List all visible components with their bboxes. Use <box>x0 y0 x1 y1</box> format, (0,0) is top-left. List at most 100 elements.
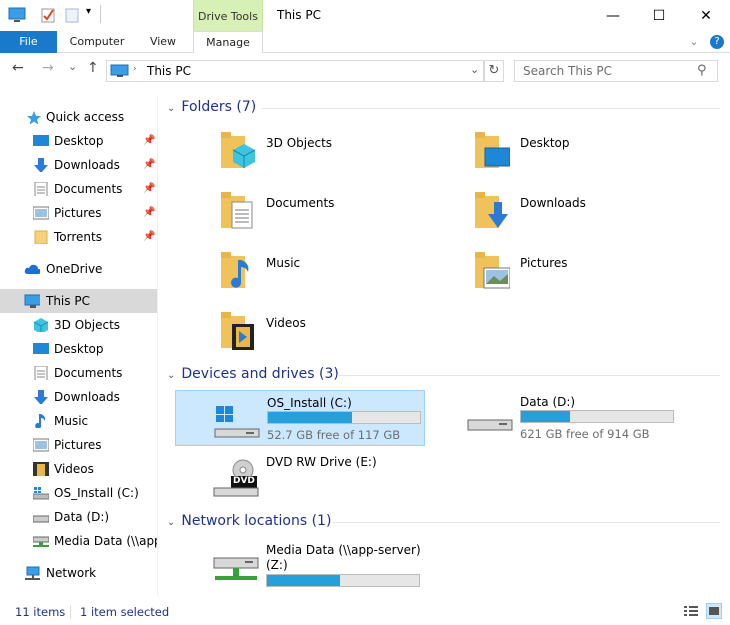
sidebar-item-quick-access[interactable]: Quick access <box>0 105 157 129</box>
sidebar-item-label: Desktop <box>54 342 104 356</box>
sidebar-item-videos[interactable]: Videos <box>0 457 157 481</box>
sidebar-item-qa-pictures[interactable]: Pictures 📌 <box>0 201 157 225</box>
sidebar-item-music[interactable]: Music <box>0 409 157 433</box>
folder-music[interactable]: Music <box>220 250 390 300</box>
pin-icon[interactable]: 📌 <box>143 129 155 153</box>
folder-downloads[interactable]: Downloads <box>474 190 644 240</box>
sidebar-item-label: Torrents <box>54 230 102 244</box>
sidebar-item-label: Network <box>46 566 97 580</box>
up-button[interactable]: ↑ <box>87 60 99 76</box>
sidebar-item-media-data[interactable]: Media Data (\\app- <box>0 529 157 553</box>
sidebar-item-os-install[interactable]: OS_Install (C:) <box>0 481 157 505</box>
tab-file[interactable]: File <box>0 31 57 53</box>
network-section-header[interactable]: ⌄ Network locations (1) <box>167 513 331 529</box>
desktop-icon <box>33 343 49 354</box>
customize-qat-icon[interactable]: ▾ <box>86 6 91 17</box>
properties-icon[interactable] <box>40 7 56 23</box>
downloads-icon <box>34 390 48 404</box>
folder-pictures[interactable]: Pictures <box>474 250 644 300</box>
tab-view[interactable]: View <box>140 31 186 53</box>
search-box[interactable]: Search This PC ⚲ <box>514 60 718 82</box>
pin-icon[interactable]: 📌 <box>143 153 155 177</box>
folder-name: Desktop <box>520 136 570 150</box>
pin-icon[interactable]: 📌 <box>143 177 155 201</box>
sidebar-item-qa-documents[interactable]: Documents 📌 <box>0 177 157 201</box>
desktop-icon <box>33 135 49 146</box>
drive-data-d[interactable]: Data (D:) 621 GB free of 914 GB <box>429 390 679 446</box>
sidebar-item-qa-downloads[interactable]: Downloads 📌 <box>0 153 157 177</box>
chevron-down-icon[interactable]: ⌄ <box>167 370 175 381</box>
3d-objects-folder-icon <box>221 132 256 168</box>
folder-videos[interactable]: Videos <box>220 310 390 360</box>
address-bar[interactable]: › This PC ⌄ <box>106 60 484 82</box>
address-dropdown-icon[interactable]: ⌄ <box>470 63 479 76</box>
downloads-icon <box>34 158 48 172</box>
drive-usage-fill <box>521 411 570 422</box>
drive-usage-fill <box>267 575 340 586</box>
details-view-icon[interactable] <box>683 604 699 618</box>
window-title: This PC <box>277 8 321 22</box>
help-icon[interactable]: ? <box>710 35 724 49</box>
network-location-media-data[interactable]: Media Data (\\app-server) (Z:) <box>175 538 425 590</box>
forward-button[interactable]: → <box>42 60 54 76</box>
drive-dvd-rw[interactable]: DVD DVD RW Drive (E:) <box>175 450 425 506</box>
refresh-button[interactable]: ↻ <box>484 60 504 82</box>
folders-section-header[interactable]: ⌄ Folders (7) <box>167 99 256 115</box>
sidebar-item-qa-desktop[interactable]: Desktop 📌 <box>0 129 157 153</box>
sidebar-item-downloads[interactable]: Downloads <box>0 385 157 409</box>
section-divider <box>262 108 720 109</box>
chevron-down-icon[interactable]: ⌄ <box>167 517 175 528</box>
sidebar-item-data-d[interactable]: Data (D:) <box>0 505 157 529</box>
collapse-ribbon-icon[interactable]: ⌄ <box>686 31 702 53</box>
new-folder-icon[interactable] <box>64 7 80 23</box>
this-pc-icon <box>24 294 40 308</box>
close-button[interactable]: ✕ <box>683 0 729 31</box>
sidebar-item-onedrive[interactable]: OneDrive <box>0 257 157 281</box>
back-button[interactable]: ← <box>12 60 24 76</box>
devices-section-header[interactable]: ⌄ Devices and drives (3) <box>167 366 339 382</box>
sidebar-item-desktop[interactable]: Desktop <box>0 337 157 361</box>
sidebar-item-label: This PC <box>46 294 90 308</box>
folder-desktop[interactable]: Desktop <box>474 130 644 180</box>
drive-name: DVD RW Drive (E:) <box>266 455 377 469</box>
minimize-button[interactable]: — <box>590 0 636 31</box>
breadcrumb-separator-icon[interactable]: › <box>133 64 137 74</box>
network-header-label: Network locations (1) <box>181 513 332 529</box>
large-icons-view-icon[interactable] <box>706 603 722 619</box>
videos-icon <box>33 462 49 476</box>
tab-computer[interactable]: Computer <box>64 31 130 53</box>
folder-documents[interactable]: Documents <box>220 190 390 240</box>
sidebar-divider <box>157 96 158 596</box>
sidebar-item-pictures[interactable]: Pictures <box>0 433 157 457</box>
sidebar-item-label: Documents <box>54 182 123 196</box>
drive-usage-bar <box>266 574 420 587</box>
recent-locations-button[interactable]: ⌄ <box>68 60 77 73</box>
sidebar-item-documents[interactable]: Documents <box>0 361 157 385</box>
chevron-down-icon[interactable]: ⌄ <box>167 103 175 114</box>
drive-os-install[interactable]: OS_Install (C:) 52.7 GB free of 117 GB <box>175 390 425 446</box>
address-text[interactable]: This PC <box>147 64 191 78</box>
windows-drive-icon <box>214 406 260 438</box>
search-input[interactable]: Search This PC <box>523 64 612 78</box>
sidebar-item-3d-objects[interactable]: 3D Objects <box>0 313 157 337</box>
dvd-badge: DVD <box>233 476 255 486</box>
pin-icon[interactable]: 📌 <box>143 201 155 225</box>
divider <box>70 605 71 619</box>
downloads-folder-icon <box>475 192 508 228</box>
folder-3d-objects[interactable]: 3D Objects <box>220 130 390 180</box>
sidebar-item-this-pc[interactable]: This PC <box>0 289 157 313</box>
documents-icon <box>34 182 48 196</box>
this-pc-icon <box>110 64 129 77</box>
tab-manage[interactable]: Manage <box>193 31 263 54</box>
drive-usage-fill <box>268 412 352 423</box>
sidebar-item-label: OS_Install (C:) <box>54 486 139 500</box>
drive-free-space: 52.7 GB free of 117 GB <box>267 428 401 442</box>
search-icon[interactable]: ⚲ <box>697 63 707 78</box>
sidebar-item-label: Pictures <box>54 438 102 452</box>
sidebar-item-network[interactable]: Network <box>0 561 157 585</box>
folder-name: Downloads <box>520 196 586 210</box>
sidebar-item-qa-torrents[interactable]: Torrents 📌 <box>0 225 157 249</box>
maximize-button[interactable]: ☐ <box>636 0 682 31</box>
pin-icon[interactable]: 📌 <box>143 225 155 249</box>
drive-name: Data (D:) <box>520 395 576 409</box>
